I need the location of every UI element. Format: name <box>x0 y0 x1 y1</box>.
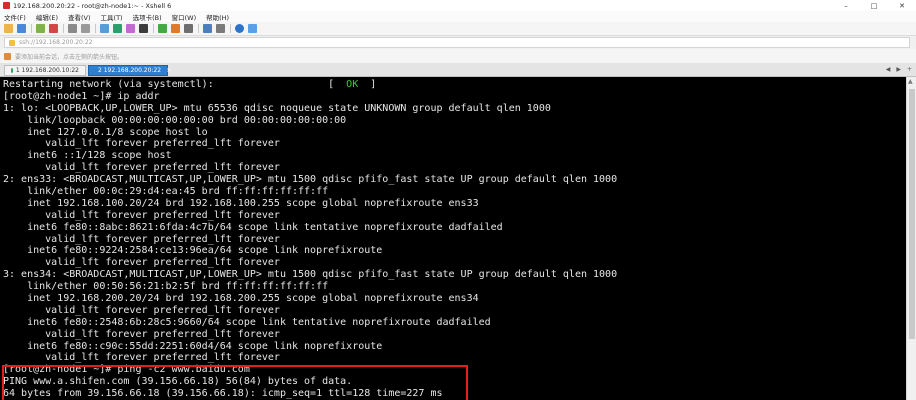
terminal-line: inet6 fe80::9224:2584:ce13:96ea/64 scope… <box>3 245 383 257</box>
menu-tab[interactable]: 选项卡(B) <box>133 12 162 22</box>
close-tab-icon[interactable]: × <box>166 67 171 74</box>
terminal-output[interactable]: Restarting network (via systemctl): [ OK… <box>0 77 906 400</box>
terminal-line: valid_lft forever preferred_lft forever <box>3 304 280 316</box>
terminal-line: valid_lft forever preferred_lft forever <box>3 257 280 269</box>
tab-navigation: ◀ ▶ + <box>886 66 912 73</box>
terminal-line: link/ether 00:50:56:21:b2:5f brd ff:ff:f… <box>3 281 329 293</box>
window-controls: – □ ✕ <box>832 0 916 11</box>
toolbar <box>0 22 916 36</box>
open-session-icon[interactable] <box>17 24 26 33</box>
color-scheme-icon[interactable] <box>126 24 135 33</box>
tab-next-icon[interactable]: ▶ <box>896 66 901 73</box>
tab-prev-icon[interactable]: ◀ <box>886 66 891 73</box>
terminal-line: valid_lft forever preferred_lft forever <box>3 162 280 174</box>
menu-bar: 文件(F) 编辑(E) 查看(V) 工具(T) 选项卡(B) 窗口(W) 帮助(… <box>0 11 916 22</box>
session-tab-bar: 1 192.168.200.10:22 2 192.168.200.20:22 … <box>0 63 916 77</box>
reconnect-icon[interactable] <box>36 24 45 33</box>
terminal-lines: Restarting network (via systemctl): [ OK… <box>3 79 617 400</box>
address-bar[interactable]: ssh://192.168.200.20:22 <box>4 37 910 48</box>
terminal-line: inet 127.0.0.1/8 scope host lo <box>3 126 208 138</box>
menu-view[interactable]: 查看(V) <box>68 12 91 22</box>
xftp-icon[interactable] <box>158 24 167 33</box>
toolbar-separator <box>153 24 154 33</box>
terminal-line: inet 192.168.100.20/24 brd 192.168.100.2… <box>3 197 479 209</box>
tab-session-2[interactable]: 2 192.168.200.20:22 × <box>88 65 171 76</box>
terminal-line: inet6 ::1/128 scope host <box>3 150 172 162</box>
terminal-line-prefix: Restarting network (via systemctl): [ <box>3 79 347 90</box>
terminal-line: valid_lft forever preferred_lft forever <box>3 352 280 364</box>
layout-icon[interactable] <box>216 24 225 33</box>
terminal-line: [root@zh-node1 ~]# ip addr <box>3 90 160 102</box>
menu-tools[interactable]: 工具(T) <box>101 12 123 22</box>
terminal-line: inet6 fe80::2548:6b:28c5:9660/64 scope l… <box>3 316 491 328</box>
menu-file[interactable]: 文件(F) <box>4 12 26 22</box>
terminal-line-suffix: ] <box>358 79 377 90</box>
terminal-line: link/ether 00:0c:29:d4:ea:45 brd ff:ff:f… <box>3 186 329 198</box>
tab-session-1[interactable]: 1 192.168.200.10:22 <box>4 65 86 76</box>
tab-label: 1 192.168.200.10:22 <box>15 67 79 74</box>
minimize-button[interactable]: – <box>832 0 860 11</box>
search-icon[interactable] <box>100 24 109 33</box>
terminal-line: valid_lft forever preferred_lft forever <box>3 328 280 340</box>
terminal-line: 3: ens34: <BROADCAST,MULTICAST,UP,LOWER_… <box>3 269 618 281</box>
fullscreen-icon[interactable] <box>203 24 212 33</box>
address-text[interactable]: ssh://192.168.200.20:22 <box>19 39 93 46</box>
help-icon[interactable] <box>235 24 244 33</box>
maximize-button[interactable]: □ <box>860 0 888 11</box>
toolbar-separator <box>31 24 32 33</box>
terminal-line: Restarting network (via systemctl): [ OK… <box>3 79 617 91</box>
terminal-line: valid_lft forever preferred_lft forever <box>3 138 280 150</box>
terminal-line: valid_lft forever preferred_lft forever <box>3 233 280 245</box>
new-session-icon[interactable] <box>4 24 13 33</box>
window-title: 192.168.200.20:22 - root@zh-node1:~ - Xs… <box>13 1 172 10</box>
terminal-line: inet6 fe80::8abc:8621:6fda:4c7b/64 scope… <box>3 221 503 233</box>
session-hint-bar: 要添加当前会话，点击左侧的箭头按钮。 <box>0 49 916 63</box>
new-tab-icon[interactable]: + <box>907 66 912 73</box>
keyboard-icon[interactable] <box>184 24 193 33</box>
font-icon[interactable] <box>139 24 148 33</box>
disconnect-icon[interactable] <box>49 24 58 33</box>
connected-status-icon <box>11 68 13 73</box>
copy-icon[interactable] <box>68 24 77 33</box>
script-icon[interactable] <box>171 24 180 33</box>
tab-label: 2 192.168.200.20:22 <box>98 67 162 74</box>
lock-icon <box>9 39 15 46</box>
close-window-button[interactable]: ✕ <box>888 0 916 11</box>
scroll-up-icon[interactable]: ▲ <box>908 78 913 85</box>
hint-text: 要添加当前会话，点击左侧的箭头按钮。 <box>15 53 124 61</box>
toolbar-separator <box>63 24 64 33</box>
terminal-line: inet 192.168.200.20/24 brd 192.168.200.2… <box>3 293 479 305</box>
globe-icon[interactable] <box>113 24 122 33</box>
toolbar-separator <box>198 24 199 33</box>
paste-icon[interactable] <box>81 24 90 33</box>
highlight-annotation-box <box>2 365 468 400</box>
terminal-scrollbar[interactable]: ▲ <box>906 77 916 400</box>
info-icon <box>4 52 11 60</box>
toolbar-separator <box>230 24 231 33</box>
menu-window[interactable]: 窗口(W) <box>172 12 197 22</box>
chat-icon[interactable] <box>248 24 257 33</box>
toolbar-separator <box>95 24 96 33</box>
menu-help[interactable]: 帮助(H) <box>206 12 229 22</box>
terminal-line: 1: lo: <LOOPBACK,UP,LOWER_UP> mtu 65536 … <box>3 102 551 114</box>
status-ok-text: OK <box>346 79 359 90</box>
scrollbar-thumb[interactable] <box>909 89 915 339</box>
terminal-line: 2: ens33: <BROADCAST,MULTICAST,UP,LOWER_… <box>3 174 618 186</box>
terminal-line: link/loopback 00:00:00:00:00:00 brd 00:0… <box>3 114 347 126</box>
menu-edit[interactable]: 编辑(E) <box>36 12 58 22</box>
terminal-line: inet6 fe80::c90c:55dd:2251:60d4/64 scope… <box>3 340 383 352</box>
xshell-app-icon <box>3 2 10 9</box>
terminal-line: valid_lft forever preferred_lft forever <box>3 209 280 221</box>
